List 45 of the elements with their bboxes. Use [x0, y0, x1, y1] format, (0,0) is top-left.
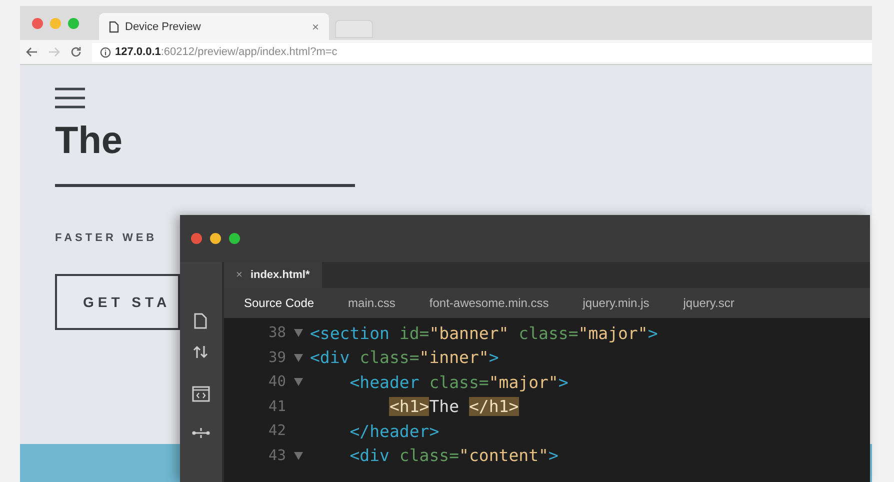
- line-number: 40: [268, 374, 286, 390]
- close-icon[interactable]: [32, 18, 43, 28]
- close-icon[interactable]: [191, 233, 202, 244]
- line-number: 43: [268, 448, 286, 464]
- fold-icon[interactable]: [294, 354, 302, 362]
- file-tab[interactable]: × index.html*: [224, 262, 322, 288]
- editor-tab[interactable]: jquery.min.js: [580, 292, 652, 314]
- minimize-icon[interactable]: [210, 233, 221, 244]
- code-view-icon[interactable]: [192, 386, 210, 402]
- line-number: 41: [268, 398, 286, 415]
- editor-tab[interactable]: main.css: [346, 292, 398, 314]
- file-tab-close-button[interactable]: ×: [236, 269, 242, 281]
- editor-tab[interactable]: Source Code: [242, 292, 316, 314]
- url-field[interactable]: 127.0.0.1:60212/preview/app/index.html?m=c: [92, 42, 872, 62]
- document-icon: [109, 20, 119, 32]
- code-line: </header>: [348, 422, 440, 441]
- file-icon[interactable]: [193, 312, 209, 330]
- get-started-button[interactable]: GET STA: [55, 274, 180, 330]
- fold-icon[interactable]: [294, 378, 302, 386]
- code-line: <div class="content">: [348, 446, 558, 466]
- fold-icon[interactable]: [294, 452, 302, 460]
- connector-icon[interactable]: [192, 426, 210, 440]
- code-line: <section id="banner" class="major">: [310, 324, 658, 343]
- file-tab-label: index.html*: [250, 269, 310, 281]
- tab-close-button[interactable]: ×: [312, 20, 319, 34]
- editor-tab[interactable]: jquery.scr: [681, 292, 736, 314]
- url-text: 127.0.0.1:60212/preview/app/index.html?m=c: [115, 46, 338, 58]
- line-number: 42: [268, 423, 286, 440]
- info-icon: [100, 46, 111, 58]
- fold-icon[interactable]: [294, 329, 302, 338]
- browser-tab[interactable]: Device Preview ×: [99, 13, 329, 40]
- maximize-icon[interactable]: [229, 233, 240, 244]
- tagline-text: FASTER WEB: [55, 232, 158, 244]
- reload-icon[interactable]: [70, 46, 82, 58]
- menu-icon[interactable]: [55, 87, 85, 109]
- sort-icon[interactable]: [193, 344, 209, 360]
- line-number: 39: [268, 350, 286, 366]
- line-number: 38: [268, 325, 286, 342]
- code-line: <div class="inner">: [310, 348, 499, 368]
- editor-tab[interactable]: font-awesome.min.css: [427, 292, 551, 314]
- code-line: <h1>The </h1>: [388, 397, 519, 416]
- back-icon[interactable]: [26, 47, 38, 57]
- tab-title: Device Preview: [125, 20, 202, 32]
- page-heading: The: [55, 119, 124, 163]
- code-line: <header class="major">: [348, 372, 568, 392]
